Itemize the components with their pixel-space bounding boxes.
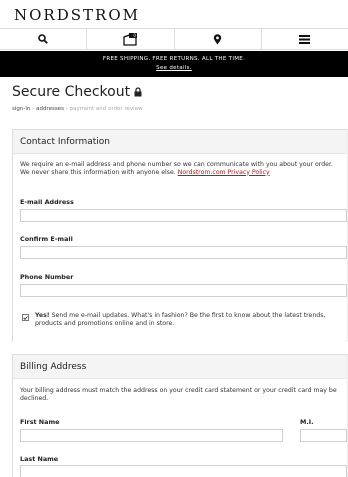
- breadcrumb-step-addresses: addresses: [36, 106, 64, 112]
- last-name-label: Last Name: [20, 455, 59, 463]
- email-updates-label: Yes! Send me e-mail updates. What's in f…: [35, 312, 345, 327]
- menu-icon: [299, 34, 311, 44]
- promo-details-link[interactable]: See details.: [0, 65, 348, 71]
- billing-description: Your billing address must match the addr…: [20, 387, 337, 402]
- email-updates-checkbox[interactable]: [22, 314, 29, 321]
- email-input[interactable]: [20, 209, 347, 222]
- billing-address-section: Billing Address Your billing address mus…: [12, 354, 348, 477]
- page-title: Secure Checkout: [12, 84, 142, 100]
- confirm-email-input[interactable]: [20, 246, 347, 259]
- contact-description-text: We require an e-mail address and phone n…: [20, 161, 333, 176]
- email-updates-yes: Yes!: [35, 312, 50, 319]
- privacy-policy-link[interactable]: Nordstrom.com Privacy Policy: [178, 169, 270, 176]
- contact-information-section: Contact Information We require an e-mail…: [12, 129, 348, 342]
- checkout-breadcrumb: sign-in › addresses › payment and order …: [12, 106, 143, 112]
- last-name-input[interactable]: [20, 465, 347, 477]
- promo-banner: FREE SHIPPING. FREE RETURNS. ALL THE TIM…: [0, 51, 348, 77]
- lock-icon: [134, 87, 142, 97]
- shopping-bag-nav-button[interactable]: 0: [87, 29, 175, 49]
- breadcrumb-separator: ›: [32, 106, 35, 112]
- bag-count: 0: [133, 33, 136, 38]
- contact-description: We require an e-mail address and phone n…: [20, 161, 340, 176]
- nordstrom-logo[interactable]: NORDSTROM: [14, 6, 140, 24]
- store-locator-nav-button[interactable]: [175, 29, 262, 49]
- phone-input[interactable]: [20, 284, 347, 297]
- billing-address-heading: Billing Address: [13, 355, 347, 379]
- phone-label: Phone Number: [20, 273, 74, 281]
- search-icon: [38, 34, 48, 44]
- menu-nav-button[interactable]: [262, 29, 348, 49]
- email-label: E-mail Address: [20, 198, 74, 206]
- first-name-label: First Name: [20, 418, 60, 426]
- email-updates-text: Send me e-mail updates. What's in fashio…: [35, 312, 326, 327]
- contact-information-body: We require an e-mail address and phone n…: [13, 154, 347, 342]
- middle-initial-label: M.I.: [300, 418, 314, 426]
- promo-text: FREE SHIPPING. FREE RETURNS. ALL THE TIM…: [102, 56, 246, 62]
- first-name-input[interactable]: [20, 429, 283, 442]
- contact-information-heading: Contact Information: [13, 130, 347, 154]
- top-nav-bar: 0: [0, 28, 348, 50]
- billing-address-body: Your billing address must match the addr…: [13, 379, 347, 477]
- breadcrumb-step-payment: payment and order review: [69, 106, 143, 112]
- location-icon: [213, 33, 222, 44]
- breadcrumb-step-signin: sign-in: [12, 106, 31, 112]
- middle-initial-input[interactable]: [300, 429, 347, 442]
- breadcrumb-separator: ›: [65, 106, 68, 112]
- search-nav-button[interactable]: [0, 29, 88, 49]
- confirm-email-label: Confirm E-mail: [20, 235, 73, 243]
- checkmark-icon: [23, 315, 28, 320]
- page-title-text: Secure Checkout: [12, 84, 131, 100]
